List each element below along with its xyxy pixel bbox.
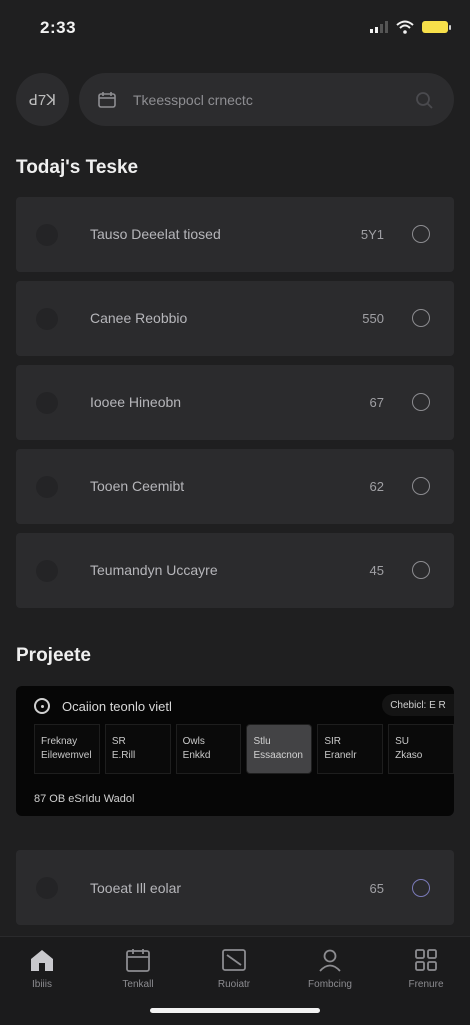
person-icon bbox=[319, 949, 341, 972]
task-icon bbox=[36, 392, 58, 414]
tab-calendar[interactable]: Tenkall bbox=[103, 947, 173, 990]
task-icon bbox=[36, 476, 58, 498]
cell-top: Owls bbox=[182, 736, 205, 747]
wifi-icon bbox=[396, 20, 414, 34]
tasks-section-title: Todaj's Teske bbox=[16, 157, 139, 178]
project-cell-selected[interactable]: Stlu Essaacnon bbox=[246, 724, 313, 774]
battery-icon bbox=[422, 21, 451, 33]
task-checkbox[interactable] bbox=[412, 225, 430, 243]
note-icon bbox=[222, 949, 246, 971]
tab-notes[interactable]: Ruoiatr bbox=[199, 947, 269, 990]
task-icon bbox=[36, 224, 58, 246]
tab-home[interactable]: Ibiiis bbox=[7, 947, 77, 990]
task-item[interactable]: Teumandyn Uccayre 45 bbox=[16, 533, 454, 608]
task-value: 45 bbox=[369, 563, 384, 578]
cell-top: Stlu bbox=[253, 736, 271, 747]
project-card-header: Ocaiion teonlo vietl bbox=[34, 698, 172, 714]
status-time: 2:33 bbox=[40, 18, 77, 37]
tab-label: Tenkall bbox=[122, 979, 154, 990]
task-icon bbox=[36, 877, 58, 899]
project-cell[interactable]: SR E.Rill bbox=[104, 724, 171, 774]
task-label: Canee Reobbio bbox=[90, 310, 188, 326]
task-value: 65 bbox=[369, 881, 384, 896]
search-input[interactable] bbox=[131, 90, 414, 109]
task-icon bbox=[36, 308, 58, 330]
top-row: ꓒ7ꓘ bbox=[16, 73, 454, 127]
cell-top: SU bbox=[395, 736, 410, 747]
signal-icon bbox=[370, 21, 388, 33]
cell-top: SR bbox=[111, 736, 126, 747]
task-item[interactable]: Tauso Deeelat tiosed 5Y1 bbox=[16, 197, 454, 272]
task-label: Tauso Deeelat tiosed bbox=[90, 226, 221, 242]
project-cell[interactable]: Owls Enkkd bbox=[175, 724, 242, 774]
task-item[interactable]: Tooen Ceemibt 62 bbox=[16, 449, 454, 524]
project-cell[interactable]: SU Zkaso bbox=[388, 724, 454, 774]
cell-bottom: E.Rill bbox=[111, 750, 136, 761]
cell-bottom: Enkkd bbox=[182, 750, 211, 761]
cell-bottom: Essaacnon bbox=[253, 750, 303, 761]
task-value: 67 bbox=[369, 395, 384, 410]
cell-top: Freknay bbox=[41, 736, 78, 747]
project-card-footer: 87 OB eSrIdu Wadol bbox=[34, 793, 135, 805]
task-label: Tooen Ceemibt bbox=[90, 478, 185, 494]
tab-label: Ibiiis bbox=[31, 979, 52, 990]
cell-top: SIR bbox=[324, 736, 341, 747]
search-icon[interactable] bbox=[414, 90, 434, 110]
task-value: 5Y1 bbox=[360, 227, 384, 242]
home-icon bbox=[31, 950, 53, 971]
task-label: Iooee Hineobn bbox=[90, 394, 182, 410]
calendar-icon bbox=[126, 949, 150, 972]
task-checkbox[interactable] bbox=[412, 477, 430, 495]
project-cell-grid: Freknay Eilewemvel SR E.Rill Owls Enkkd Stl… bbox=[34, 724, 454, 776]
tab-label: Fombcing bbox=[308, 979, 352, 990]
projects-section-title: Projeete bbox=[16, 645, 91, 666]
task-label: Tooeat Ill eolar bbox=[90, 880, 182, 896]
project-card[interactable]: Ocaiion teonlo vietl Chebicl: E R Frekna… bbox=[16, 686, 454, 816]
cell-bottom: Eilewemvel bbox=[41, 750, 92, 761]
tab-more[interactable]: Frenure bbox=[391, 947, 461, 990]
task-checkbox[interactable] bbox=[412, 309, 430, 327]
task-checkbox[interactable] bbox=[412, 393, 430, 411]
task-icon bbox=[36, 560, 58, 582]
tab-profile[interactable]: Fombcing bbox=[295, 947, 365, 990]
task-checkbox[interactable] bbox=[412, 879, 430, 897]
project-cell[interactable]: SIR Eranelr bbox=[317, 724, 384, 774]
calendar-icon bbox=[98, 91, 116, 108]
status-icons bbox=[370, 20, 451, 34]
project-card-title: Ocaiion teonlo vietl bbox=[62, 698, 172, 714]
task-item[interactable]: Tooeat Ill eolar 65 bbox=[16, 850, 454, 925]
clock-icon bbox=[34, 698, 50, 714]
task-item[interactable]: Iooee Hineobn 67 bbox=[16, 365, 454, 440]
project-filter-pill[interactable]: Chebicl: E R bbox=[382, 694, 454, 716]
avatar[interactable]: ꓒ7ꓘ bbox=[16, 73, 69, 126]
search-bar[interactable] bbox=[79, 73, 454, 126]
status-bar: 2:33 bbox=[0, 0, 470, 56]
task-list: Tauso Deeelat tiosed 5Y1 Canee Reobbio 5… bbox=[16, 197, 454, 617]
task-value: 62 bbox=[369, 479, 384, 494]
tab-label: Ruoiatr bbox=[217, 979, 251, 990]
cell-bottom: Eranelr bbox=[324, 750, 357, 761]
task-checkbox[interactable] bbox=[412, 561, 430, 579]
cell-bottom: Zkaso bbox=[395, 750, 423, 761]
home-indicator bbox=[150, 1008, 320, 1013]
task-item[interactable]: Canee Reobbio 550 bbox=[16, 281, 454, 356]
task-value: 550 bbox=[362, 311, 384, 326]
project-cell[interactable]: Freknay Eilewemvel bbox=[34, 724, 100, 774]
tab-label: Frenure bbox=[408, 979, 444, 990]
task-label: Teumandyn Uccayre bbox=[90, 562, 218, 578]
grid-icon bbox=[415, 949, 437, 971]
